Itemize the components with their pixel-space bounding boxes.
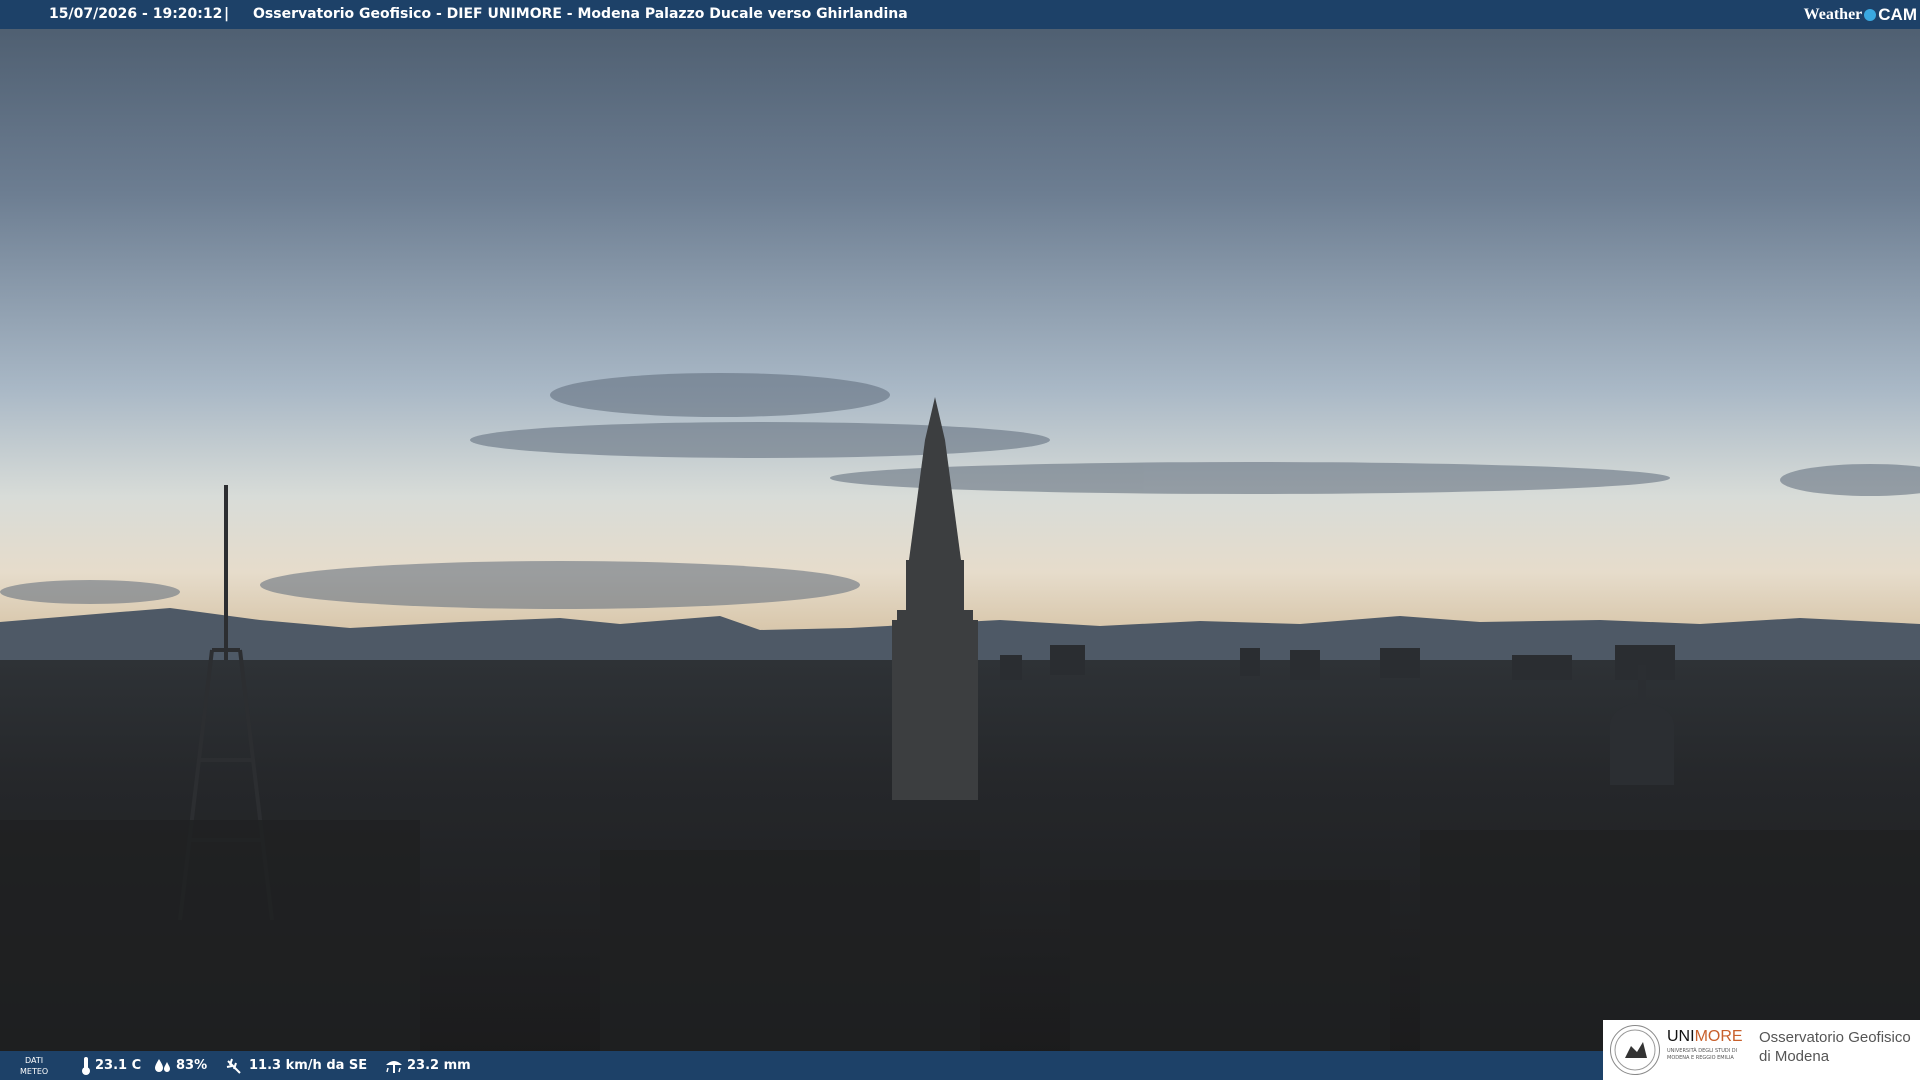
temperature-value: 23.1 C [95, 1058, 142, 1073]
observatory-name-line1: Osservatorio Geofisico [1759, 1029, 1911, 1046]
unimore-wordmark: UNIMORE [1667, 1028, 1743, 1046]
weather-label-line2: METEO [20, 1067, 49, 1076]
observatory-name-line2: di Modena [1759, 1048, 1830, 1065]
weathercam-dot-icon [1864, 8, 1877, 21]
wind-value: 11.3 km/h da SE [249, 1058, 368, 1073]
brand-cam-text: CAM [1878, 5, 1917, 24]
university-seal-icon [1610, 1025, 1660, 1075]
webcam-image [0, 0, 1920, 1080]
weather-data-label: DATI METEO [20, 1055, 48, 1077]
weathercam-brand: Weather CAM [1804, 0, 1917, 29]
uni-text: UNI [1667, 1028, 1695, 1045]
rain-readout: 23.2 mm [384, 1051, 471, 1080]
brand-weather-text: Weather [1803, 6, 1863, 23]
header-separator: | [224, 6, 230, 22]
humidity-value: 83% [176, 1058, 208, 1073]
humidity-drops-icon [155, 1058, 170, 1072]
temperature-readout: 23.1 C [80, 1051, 141, 1080]
header-bar: 15/07/2026 - 19:20:12 | Osservatorio Geo… [0, 0, 1920, 29]
unimore-logo: UNIMORE UNIVERSITÀ DEGLI STUDI DI MODENA… [1603, 1020, 1920, 1080]
weather-label-line1: DATI [25, 1056, 44, 1065]
wind-icon [226, 1058, 241, 1074]
more-text: MORE [1694, 1028, 1743, 1045]
humidity-readout: 83% [153, 1051, 207, 1080]
wind-readout: 11.3 km/h da SE [226, 1051, 367, 1080]
timestamp: 15/07/2026 - 19:20:12 [49, 6, 223, 22]
thermometer-icon [82, 1056, 90, 1075]
unimore-subtitle: UNIVERSITÀ DEGLI STUDI DI MODENA E REGGI… [1667, 1048, 1738, 1061]
weather-bar: DATI METEO 23.1 C 83% 11.3 km/h da SE 23… [0, 1051, 1603, 1080]
rain-gauge-icon [386, 1060, 402, 1073]
camera-caption: Osservatorio Geofisico - DIEF UNIMORE - … [253, 6, 908, 22]
rain-value: 23.2 mm [407, 1058, 471, 1073]
